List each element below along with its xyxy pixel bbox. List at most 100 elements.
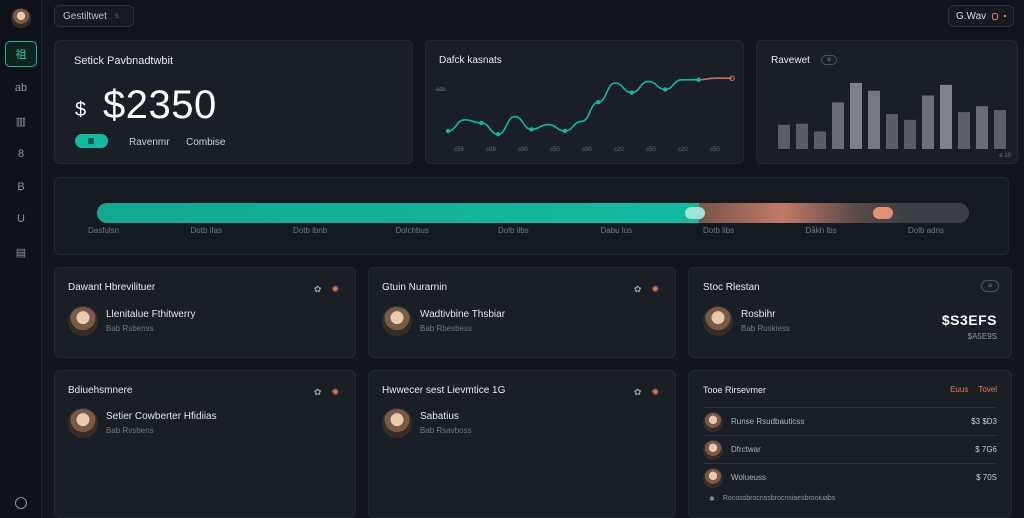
row-avatar bbox=[703, 439, 723, 460]
user-menu-button[interactable]: G.Wav bbox=[948, 5, 1014, 27]
bar-chart-footer: e 10 bbox=[999, 153, 1011, 159]
sidebar-item-cards[interactable]: 8 bbox=[5, 141, 37, 167]
transactions-footer: ✱ Rocossbrocnssbrocnsiaesbrooiuabs bbox=[709, 495, 835, 503]
bar[interactable] bbox=[922, 95, 934, 149]
row-name: Wolueuss bbox=[731, 473, 766, 482]
bar[interactable] bbox=[832, 102, 844, 149]
row-avatar bbox=[703, 411, 723, 432]
person-name: Rosbihr bbox=[741, 309, 776, 320]
balance-toggle-button[interactable] bbox=[75, 134, 108, 148]
line-point[interactable] bbox=[479, 120, 484, 126]
person-avatar bbox=[68, 306, 98, 336]
line-point[interactable] bbox=[529, 127, 534, 132]
transactions-title: Tooe Rirsevmer bbox=[703, 385, 767, 395]
combine-link[interactable]: Combise bbox=[186, 137, 225, 148]
row-amount: $3 $D3 bbox=[971, 417, 997, 426]
progress-label: Dabu lus bbox=[600, 226, 633, 235]
stock-value: $S3EFS bbox=[941, 312, 997, 328]
search-input[interactable]: Gestiltwet s bbox=[54, 5, 134, 27]
bar[interactable] bbox=[796, 123, 808, 149]
profile-avatar[interactable] bbox=[11, 8, 31, 28]
table-row[interactable]: Wolueuss $ 70S bbox=[703, 463, 997, 491]
alert-icon[interactable]: ✺ bbox=[331, 284, 339, 295]
theme-toggle-icon[interactable] bbox=[992, 12, 998, 20]
progress-marker[interactable] bbox=[873, 207, 894, 219]
x-tick-label: c50 bbox=[646, 147, 656, 153]
alert-icon[interactable]: ✺ bbox=[651, 387, 659, 398]
settings-icon[interactable]: ✿ bbox=[314, 387, 322, 398]
contact-card-1: Dawant Hbrevilituer ✿ ✺ Llenitalue Fthit… bbox=[54, 267, 356, 358]
card-3-pill[interactable]: u bbox=[981, 280, 999, 292]
sidebar-item-dashboard[interactable]: 祖 bbox=[5, 41, 37, 67]
sidebar-item-wallet[interactable]: ▥ bbox=[5, 108, 37, 134]
sidebar-item-users[interactable]: U bbox=[5, 206, 37, 232]
currency-symbol: $ bbox=[75, 99, 87, 121]
search-label: Gestiltwet bbox=[63, 11, 107, 22]
card-2-person[interactable]: Wadtivbine Thsbiar Bab Rbesbess bbox=[382, 306, 505, 336]
table-row[interactable]: Runse Rsudbauticss $3 $D3 bbox=[703, 407, 997, 435]
x-tick-label: c09 bbox=[486, 147, 496, 153]
bar[interactable] bbox=[904, 119, 916, 149]
person-avatar bbox=[382, 408, 412, 438]
line-point[interactable] bbox=[445, 128, 451, 134]
person-name: Llenitalue Fthitwerry bbox=[106, 309, 196, 320]
person-subtitle: Bab Rsbenss bbox=[106, 324, 154, 333]
row-name: Runse Rsudbauticss bbox=[731, 417, 805, 426]
bar[interactable] bbox=[886, 114, 898, 149]
line-series bbox=[698, 77, 732, 81]
x-tick-label: c00 bbox=[518, 147, 528, 153]
balance-title: Setick Pavbnadtwbit bbox=[74, 55, 174, 67]
line-point[interactable] bbox=[495, 132, 501, 137]
table-row[interactable]: Dfrctwar $ 7G6 bbox=[703, 435, 997, 463]
balance-amount: $2350 bbox=[103, 83, 217, 127]
card-2-title: Gtuin Nurarnin bbox=[382, 282, 448, 293]
card-5-title: Hwwecer sest Lievmtice 1G bbox=[382, 385, 506, 396]
person-subtitle: Bab Rsavboss bbox=[420, 426, 472, 435]
person-name: Setier Cowberter Hfidiias bbox=[106, 411, 217, 422]
card-3-person[interactable]: Rosbihr Bab Ruskiess bbox=[703, 306, 790, 336]
alert-icon[interactable]: ✺ bbox=[331, 387, 339, 398]
transactions-links: Euus Tovel bbox=[950, 385, 997, 394]
settings-icon[interactable]: ✿ bbox=[634, 387, 642, 398]
progress-label: Dasfulsn bbox=[88, 226, 120, 235]
bar[interactable] bbox=[940, 84, 952, 149]
row-name: Dfrctwar bbox=[731, 445, 761, 454]
progress-handle[interactable] bbox=[684, 207, 705, 219]
bar[interactable] bbox=[994, 110, 1006, 149]
line-point[interactable] bbox=[662, 87, 668, 92]
sidebar-item-analytics[interactable]: ab bbox=[5, 75, 37, 101]
person-avatar bbox=[68, 408, 98, 438]
card-4-person[interactable]: Setier Cowberter Hfidiias Bab Rvsbens bbox=[68, 408, 217, 438]
card-4-title: Bdiuehsmnere bbox=[68, 385, 133, 396]
card-4-actions: ✿ ✺ bbox=[314, 387, 339, 398]
stock-sub-value: $A5E9S bbox=[967, 332, 997, 341]
row-amount: $ 70S bbox=[976, 473, 997, 482]
sidebar-item-settings[interactable]: ▤ bbox=[5, 239, 37, 265]
alert-icon[interactable]: ✺ bbox=[651, 284, 659, 295]
line-point[interactable] bbox=[562, 128, 568, 134]
settings-icon[interactable]: ✿ bbox=[314, 284, 322, 295]
bar[interactable] bbox=[868, 90, 880, 149]
line-point[interactable] bbox=[629, 90, 634, 95]
sidebar-item-reports[interactable]: B bbox=[5, 174, 37, 200]
card-5-person[interactable]: Sabatius Bab Rsavboss bbox=[382, 408, 472, 438]
bar[interactable] bbox=[778, 124, 790, 149]
stock-card: Stoc Rlestan u Rosbihr Bab Ruskiess $S3E… bbox=[688, 267, 1012, 358]
progress-label: Dolchbus bbox=[395, 226, 429, 235]
line-point[interactable] bbox=[596, 100, 601, 105]
bar[interactable] bbox=[850, 82, 862, 149]
settings-icon[interactable]: ✿ bbox=[634, 284, 642, 295]
bar[interactable] bbox=[814, 131, 826, 149]
logout-icon[interactable] bbox=[15, 497, 27, 509]
row-avatar bbox=[703, 467, 723, 488]
bar[interactable] bbox=[958, 112, 970, 149]
card-1-person[interactable]: Llenitalue Fthitwerry Bab Rsbenss bbox=[68, 306, 195, 336]
bar[interactable] bbox=[976, 106, 988, 149]
menu-icon bbox=[1003, 15, 1006, 17]
revenue-link[interactable]: Ravenmr bbox=[129, 137, 170, 148]
link-events[interactable]: Euus bbox=[950, 385, 968, 394]
person-subtitle: Bab Ruskiess bbox=[741, 324, 790, 333]
progress-track[interactable] bbox=[97, 203, 969, 223]
line-point[interactable] bbox=[696, 77, 701, 82]
link-total[interactable]: Tovel bbox=[978, 385, 997, 394]
